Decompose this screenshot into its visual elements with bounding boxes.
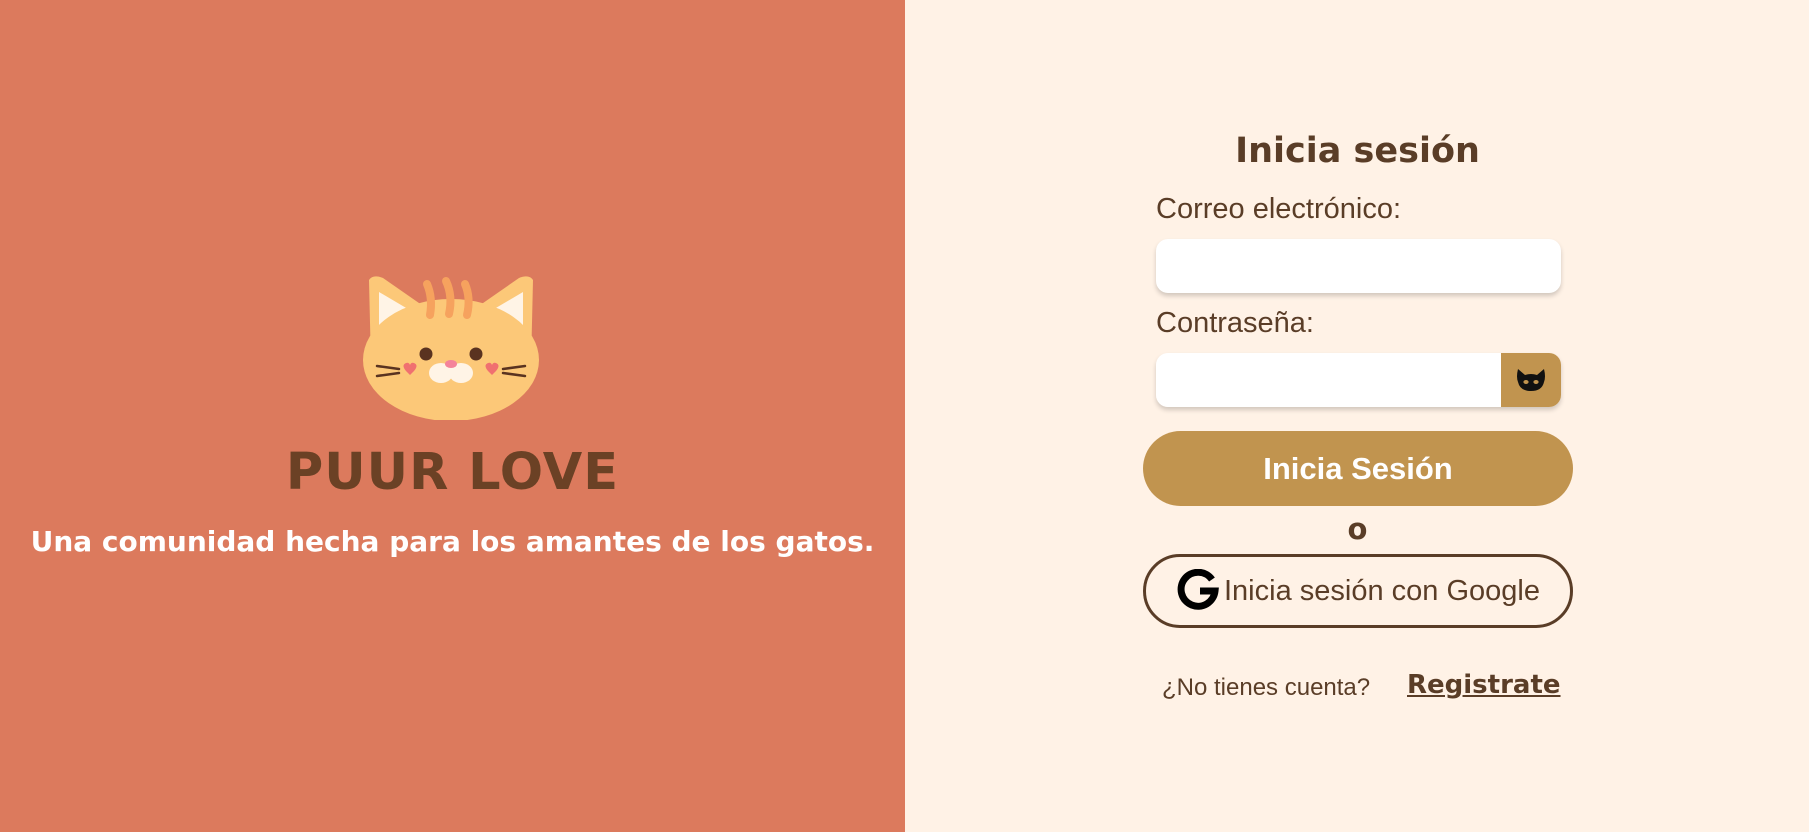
brand-panel: PUUR LOVE Una comunidad hecha para los a… — [0, 0, 905, 832]
cat-face-icon — [363, 276, 539, 420]
brand-tagline: Una comunidad hecha para los amantes de … — [30, 525, 875, 558]
form-title: Inicia sesión — [1235, 131, 1480, 171]
black-cat-icon — [1517, 369, 1545, 391]
login-form: Inicia sesión Correo electrónico: Contra… — [1142, 0, 1573, 832]
register-link[interactable]: Registrate — [1407, 670, 1561, 700]
password-visibility-toggle[interactable] — [1501, 353, 1561, 407]
password-field[interactable] — [1156, 353, 1501, 407]
brand-title: PUUR LOVE — [285, 443, 620, 502]
password-label: Contraseña: — [1156, 307, 1314, 339]
no-account-text: ¿No tienes cuenta? — [1162, 674, 1371, 701]
google-login-label: Inicia sesión con Google — [1224, 574, 1540, 607]
google-g-icon — [1177, 569, 1219, 610]
google-login-button[interactable]: Inicia sesión con Google — [1143, 554, 1573, 628]
login-button[interactable]: Inicia Sesión — [1143, 431, 1573, 506]
password-field-wrapper — [1156, 353, 1561, 407]
or-divider: o — [1347, 512, 1368, 546]
signup-row: ¿No tienes cuenta? Registrate — [1162, 668, 1562, 708]
login-page: PUUR LOVE Una comunidad hecha para los a… — [0, 0, 1809, 832]
email-label: Correo electrónico: — [1156, 193, 1401, 225]
email-field[interactable] — [1156, 239, 1561, 293]
